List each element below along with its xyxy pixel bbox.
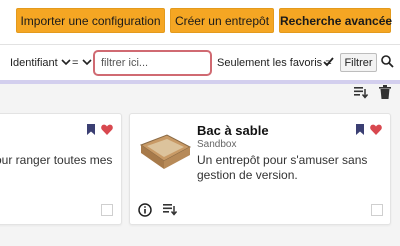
card-subtitle: Sandbox	[197, 139, 237, 150]
trash-icon[interactable]	[379, 85, 391, 99]
search-icon[interactable]	[381, 55, 394, 68]
advanced-search-button[interactable]: Recherche avancée	[279, 8, 392, 33]
card-title[interactable]: Bac à sable	[197, 123, 269, 138]
repository-card[interactable]: Bac à sable Sandbox Un entrepôt pour s'a…	[129, 113, 391, 225]
operator-select[interactable]: =	[72, 57, 92, 69]
card-description-line2: gestion de version.	[197, 168, 298, 182]
favorites-checkbox-check-icon[interactable]	[323, 57, 334, 67]
repository-card[interactable]: our ranger toutes mes	[0, 113, 122, 225]
action-toolbar: Importer une configuration Créer un entr…	[0, 0, 400, 45]
favorites-label: Seulement les favoris =	[217, 57, 332, 69]
card-description: our ranger toutes mes	[0, 153, 113, 167]
heart-icon[interactable]	[101, 124, 113, 135]
field-select[interactable]: Identifiant	[10, 57, 71, 69]
create-repository-button[interactable]: Créer un entrepôt	[170, 8, 274, 33]
export-list-icon[interactable]	[354, 86, 368, 99]
card-description-line1: Un entrepôt pour s'amuser sans	[197, 153, 368, 167]
operator-label: =	[72, 57, 79, 69]
export-list-icon[interactable]	[163, 203, 177, 216]
filter-search-input[interactable]	[93, 50, 212, 76]
card-select-checkbox[interactable]	[371, 204, 383, 216]
heart-icon[interactable]	[370, 124, 382, 135]
card-select-checkbox[interactable]	[101, 204, 113, 216]
chevron-down-icon	[81, 59, 92, 66]
bookmark-icon[interactable]	[87, 124, 95, 135]
list-actions	[0, 84, 400, 104]
filter-bar: Identifiant = Seulement les favoris = Fi…	[0, 45, 400, 80]
field-select-label: Identifiant	[10, 57, 58, 69]
filter-button[interactable]: Filtrer	[340, 53, 377, 72]
bookmark-icon[interactable]	[356, 124, 364, 135]
info-icon[interactable]	[138, 203, 152, 217]
sandbox-thumbnail	[139, 134, 192, 169]
import-config-button[interactable]: Importer une configuration	[16, 8, 165, 33]
chevron-down-icon	[61, 59, 71, 66]
